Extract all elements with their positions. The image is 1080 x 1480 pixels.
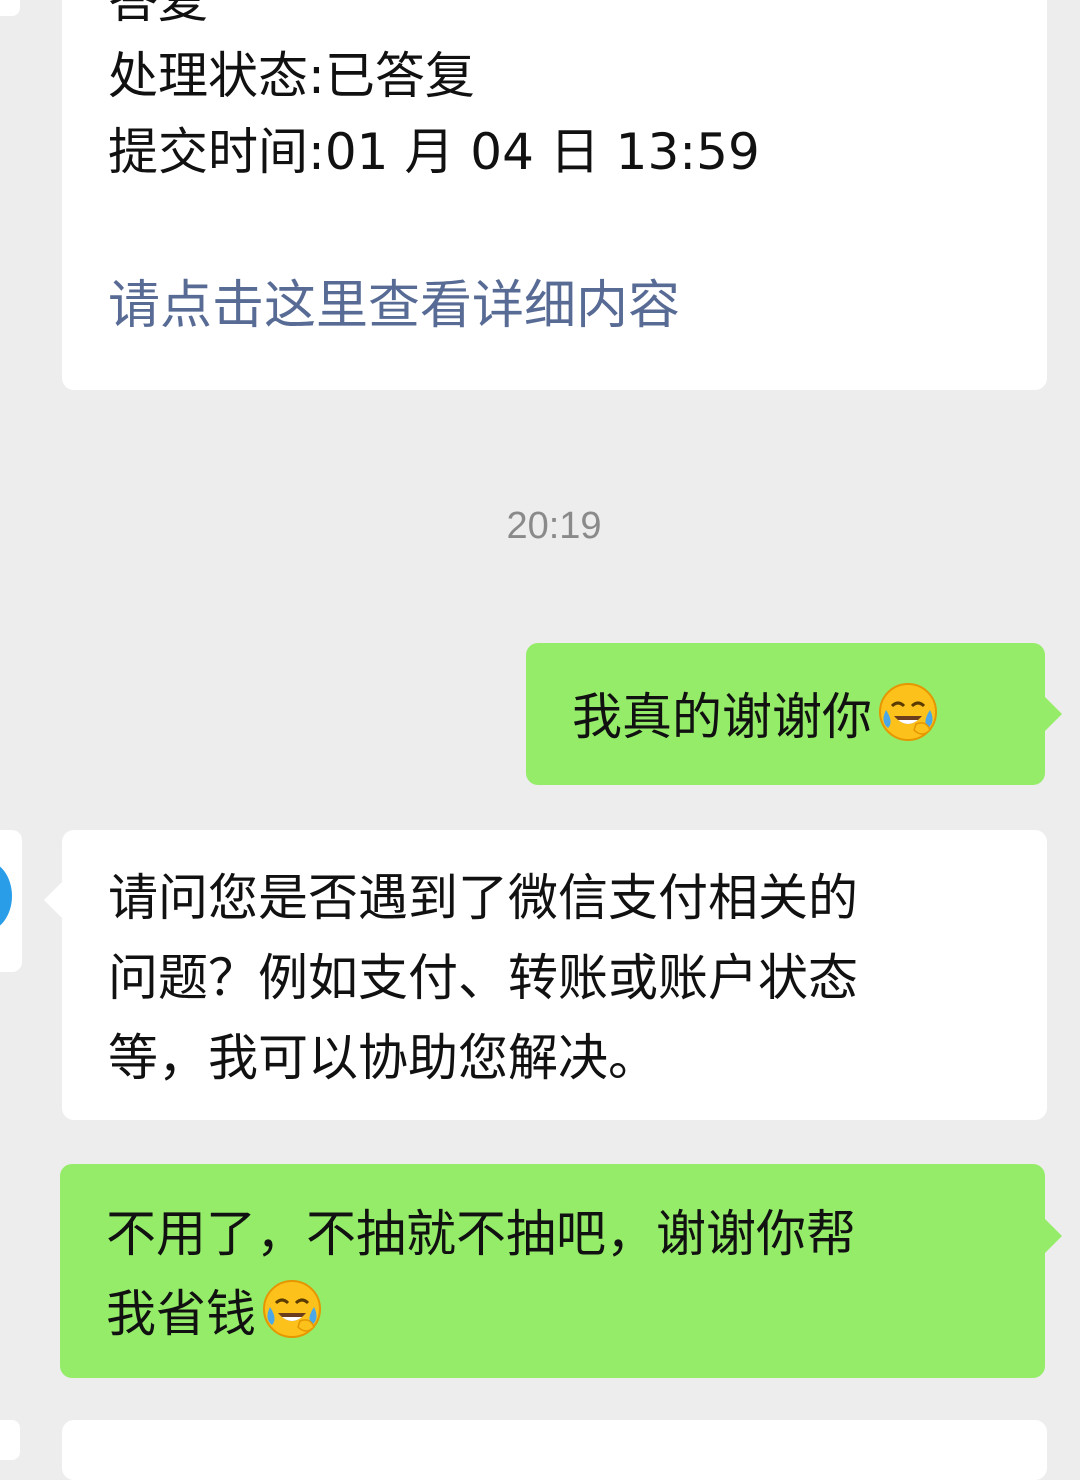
card-submit-time-line: 提交时间:01 月 04 日 13:59 (108, 123, 760, 181)
received-message-line: 问题？例如支付、转账或账户状态 (108, 949, 858, 1007)
sent-bubble-tail (1044, 696, 1062, 732)
sent-message-line: 不用了，不抽就不抽吧，谢谢你帮 (106, 1205, 856, 1263)
sent-message-text: 我真的谢谢你 (572, 677, 1005, 757)
service-card-message[interactable]: 答复 处理状态:已答复 提交时间:01 月 04 日 13:59 请点击这里查看… (62, 0, 1047, 390)
received-message-line: 请问您是否遇到了微信支付相关的 (108, 869, 858, 927)
card-detail-link[interactable]: 请点击这里查看详细内容 (108, 266, 680, 346)
face-with-tears-of-joy-emoji (263, 1280, 321, 1338)
received-bubble-tail (44, 882, 62, 918)
card-status-line: 处理状态:已答复 (108, 47, 475, 105)
received-message-line: 等，我可以协助您解决。 (108, 1029, 658, 1087)
sent-message-bubble[interactable]: 不用了，不抽就不抽吧，谢谢你帮 我省钱 (60, 1164, 1045, 1378)
avatar-fragment-bottom (0, 1420, 20, 1460)
sent-message-bubble[interactable]: 我真的谢谢你 (526, 643, 1045, 785)
sent-bubble-tail (1044, 1218, 1062, 1254)
avatar-fragment-top (0, 0, 20, 16)
received-message-bubble[interactable]: 请问您是否遇到了微信支付相关的 问题？例如支付、转账或账户状态 等，我可以协助您… (62, 830, 1047, 1120)
chat-timestamp: 20:19 (506, 505, 602, 547)
sent-message-line: 我省钱 (106, 1274, 1005, 1354)
face-with-tears-of-joy-emoji (879, 683, 937, 741)
card-title-line: 答复 (108, 0, 208, 29)
next-message-bubble[interactable] (62, 1420, 1047, 1480)
